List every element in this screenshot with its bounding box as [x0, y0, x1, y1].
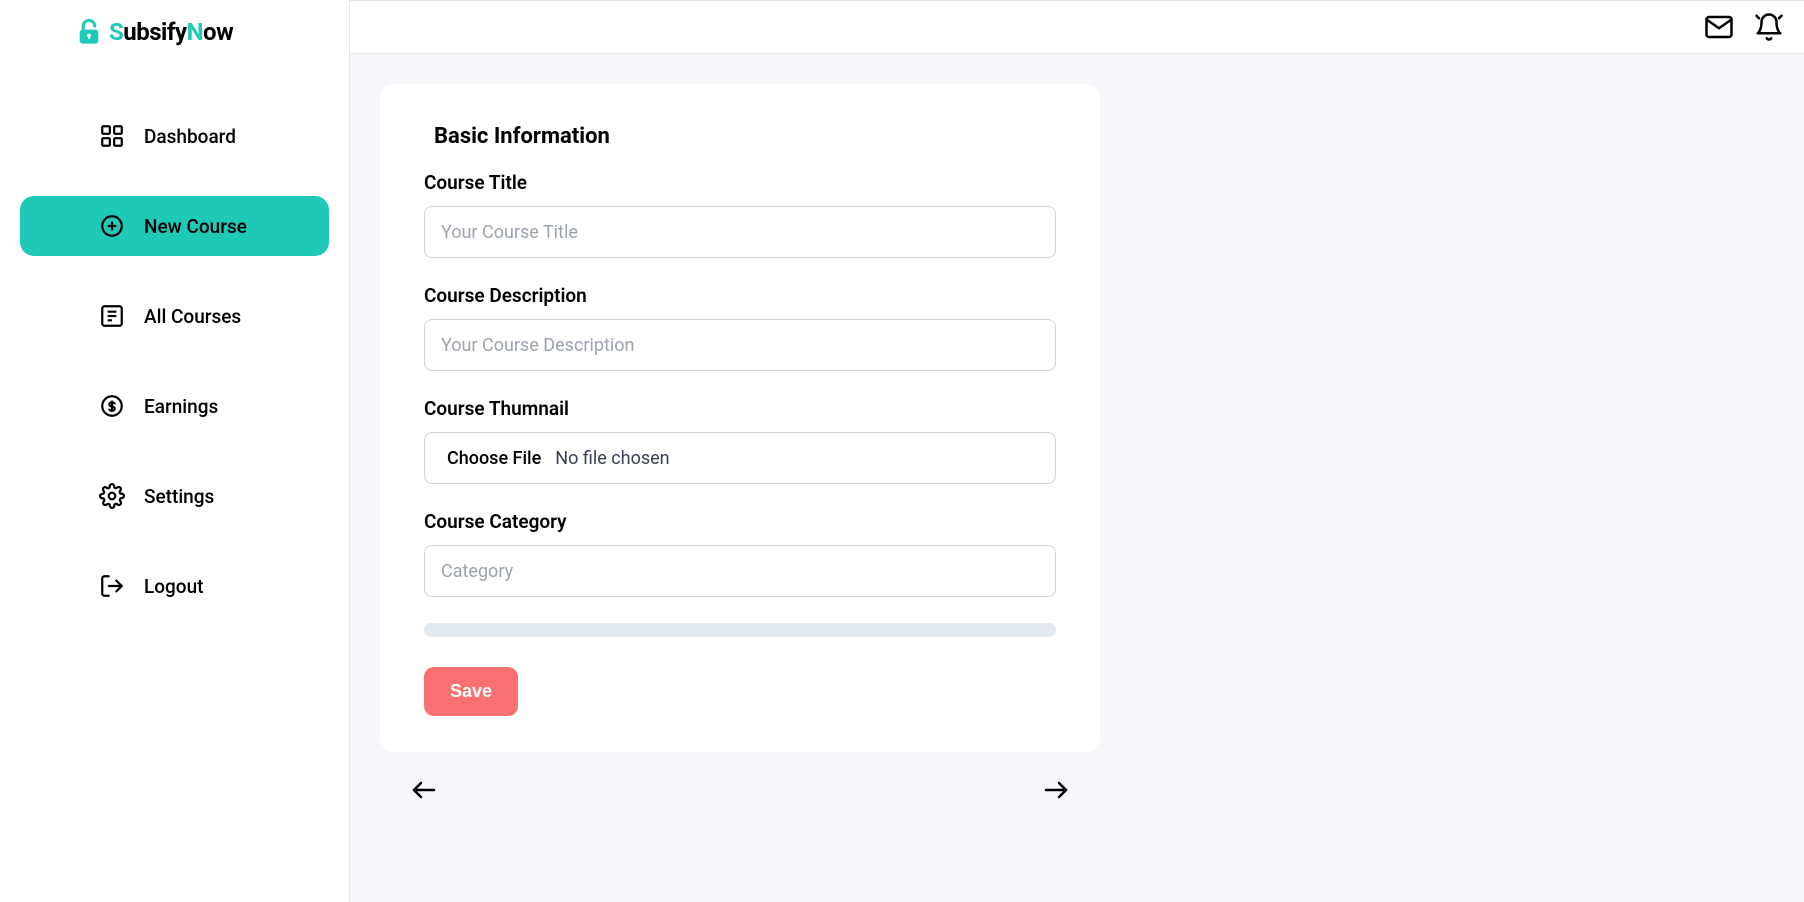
lock-icon: [75, 18, 103, 46]
top-bar: [350, 0, 1804, 54]
gear-icon: [98, 482, 126, 510]
sidebar-item-all-courses[interactable]: All Courses: [20, 286, 329, 346]
sidebar-item-label: All Courses: [144, 305, 241, 328]
sidebar-item-new-course[interactable]: New Course: [20, 196, 329, 256]
sidebar: SubsifyNow Dashboard: [0, 0, 350, 902]
plus-circle-icon: [98, 212, 126, 240]
course-description-label: Course Description: [424, 284, 1056, 307]
sidebar-item-logout[interactable]: Logout: [20, 556, 329, 616]
sidebar-item-dashboard[interactable]: Dashboard: [20, 106, 329, 166]
sidebar-item-earnings[interactable]: Earnings: [20, 376, 329, 436]
course-category-input[interactable]: [424, 545, 1056, 597]
file-status-text: No file chosen: [555, 448, 669, 469]
basic-info-card: Basic Information Course Title Course De…: [380, 84, 1100, 752]
sidebar-item-label: Earnings: [144, 395, 218, 418]
section-heading: Basic Information: [424, 124, 1056, 149]
pager: [380, 752, 1100, 808]
course-title-input[interactable]: [424, 206, 1056, 258]
list-icon: [98, 302, 126, 330]
file-choose-button: Choose File: [447, 448, 541, 469]
bell-icon[interactable]: [1754, 12, 1784, 42]
sidebar-nav: Dashboard New Course: [20, 106, 329, 616]
brand-logo: SubsifyNow: [20, 18, 329, 46]
sidebar-item-label: New Course: [144, 215, 247, 238]
brand-name: SubsifyNow: [109, 18, 233, 46]
sidebar-item-label: Dashboard: [144, 125, 236, 148]
course-category-label: Course Category: [424, 510, 1056, 533]
prev-button[interactable]: [406, 772, 442, 808]
sidebar-item-label: Logout: [144, 575, 204, 598]
next-button[interactable]: [1038, 772, 1074, 808]
course-description-input[interactable]: [424, 319, 1056, 371]
sidebar-item-label: Settings: [144, 485, 214, 508]
course-title-label: Course Title: [424, 171, 1056, 194]
save-button[interactable]: Save: [424, 667, 518, 716]
course-thumbnail-file-input[interactable]: Choose File No file chosen: [424, 432, 1056, 484]
logout-icon: [98, 572, 126, 600]
progress-bar: [424, 623, 1056, 637]
grid-icon: [98, 122, 126, 150]
course-thumbnail-label: Course Thumnail: [424, 397, 1056, 420]
sidebar-item-settings[interactable]: Settings: [20, 466, 329, 526]
dollar-icon: [98, 392, 126, 420]
mail-icon[interactable]: [1704, 12, 1734, 42]
